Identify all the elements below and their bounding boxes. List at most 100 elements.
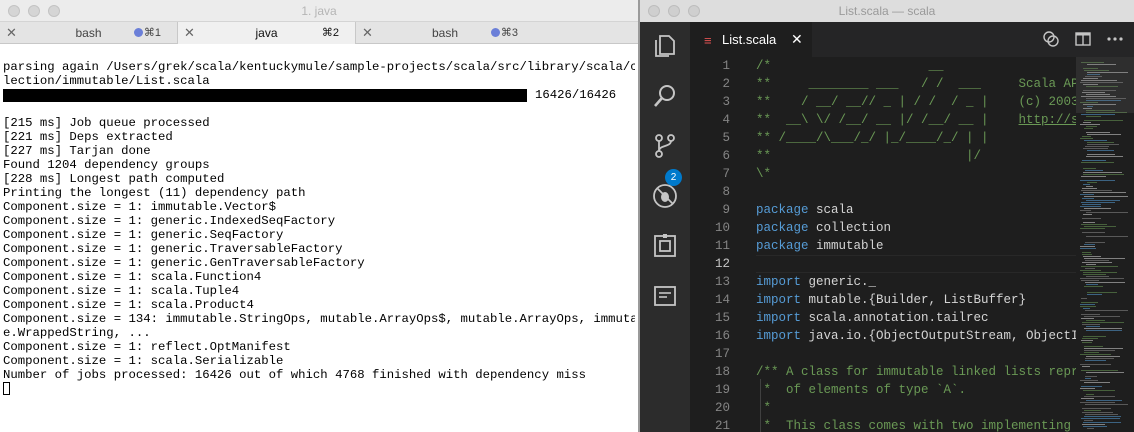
- code-token: collection: [808, 221, 892, 235]
- terminal-tab-1[interactable]: ✕ bash ⌘1: [0, 22, 178, 44]
- minimap-line: [1084, 258, 1125, 259]
- code-token: java.io.{ObjectOutputStream, ObjectInput…: [808, 329, 1076, 343]
- minimap-line: [1082, 218, 1101, 219]
- minimap-line: [1080, 124, 1100, 125]
- code-line: import scala.annotation.tailrec: [756, 309, 1076, 327]
- minimap-line: [1084, 208, 1111, 209]
- minimap-line: [1084, 352, 1099, 353]
- minimap-line: [1084, 382, 1110, 383]
- code-editor[interactable]: /* __ ** ________ ___ / / ___ Scala API **…: [756, 57, 1076, 432]
- search-icon[interactable]: [651, 82, 679, 110]
- split-editor-icon[interactable]: [1074, 30, 1092, 48]
- minimap-line: [1087, 144, 1119, 145]
- line-number: 9: [722, 203, 730, 217]
- code-line: ** / __/ __// _ | / / / _ | (c) 2003-201…: [756, 93, 1076, 111]
- minimap-line: [1083, 390, 1115, 391]
- code-token: generic._: [801, 275, 877, 289]
- code-token: import: [756, 329, 802, 343]
- minimap-line: [1084, 140, 1107, 141]
- minimap-line: [1082, 204, 1101, 205]
- minimap-line: [1081, 418, 1120, 419]
- minimap-line: [1081, 224, 1107, 225]
- terminal-prompt-line[interactable]: [3, 382, 635, 396]
- minimap-line: [1086, 284, 1098, 285]
- minimap-line: [1086, 126, 1097, 127]
- progress-count: 16426/16426: [535, 88, 617, 102]
- terminal-output[interactable]: parsing again /Users/grek/scala/kentucky…: [3, 60, 635, 396]
- minimap-line: [1083, 192, 1126, 193]
- scala-file-icon: ≡: [704, 33, 712, 48]
- code-token: http://scala-lang.org/: [1018, 113, 1076, 127]
- line-number: 4: [722, 113, 730, 127]
- output-panel-icon[interactable]: [651, 282, 679, 310]
- terminal-tab-shortcut: ⌘3: [500, 27, 518, 39]
- minimap-line: [1085, 242, 1105, 243]
- terminal-line: Component.size = 1: scala.Tuple4: [3, 284, 240, 298]
- minimap-viewport-slider[interactable]: [1076, 57, 1134, 113]
- code-line: import mutable.{Builder, ListBuffer}: [756, 291, 1076, 309]
- code-line: /* __: [756, 57, 1076, 75]
- terminal-line: Component.size = 1: scala.Product4: [3, 298, 254, 312]
- code-line: ** /____/\___/_/ |_/____/_/ | |: [756, 129, 1076, 147]
- editor-window-title: List.scala — scala: [838, 4, 936, 18]
- explorer-icon[interactable]: [651, 32, 679, 60]
- minimap-line: [1080, 278, 1124, 279]
- code-token: package: [756, 221, 809, 235]
- line-number: 21: [714, 419, 730, 432]
- code-token: import: [756, 293, 802, 307]
- minimap-line: [1084, 346, 1103, 347]
- minimap-line: [1082, 232, 1105, 233]
- minimap-line: [1082, 322, 1124, 323]
- minimap[interactable]: [1076, 57, 1134, 432]
- minimap-line: [1083, 168, 1096, 169]
- terminal-output-pre: parsing again /Users/grek/scala/kentucky…: [3, 60, 635, 88]
- minimap-line: [1080, 228, 1105, 229]
- terminal-tab-shortcut: ⌘1: [143, 27, 161, 39]
- terminal-tab-2[interactable]: ✕ java ⌘2: [178, 22, 356, 44]
- line-number: 6: [722, 149, 730, 163]
- terminal-line: Component.size = 1: scala.Serializable: [3, 354, 284, 368]
- minimap-line: [1080, 402, 1115, 403]
- minimap-line: [1082, 424, 1105, 425]
- minimap-line: [1081, 298, 1087, 299]
- close-tab-icon[interactable]: ✕: [791, 31, 803, 48]
- line-number-gutter: 1 2 3 4 5 6 7 8 9 10 11 12 13 14 15 16 17 18 19 20 21: [690, 57, 742, 432]
- minimap-line: [1082, 324, 1100, 325]
- minimap-line: [1081, 190, 1112, 191]
- minimap-line: [1081, 280, 1099, 281]
- minimap-line: [1086, 276, 1109, 277]
- line-number: 16: [714, 329, 730, 343]
- minimap-line: [1080, 388, 1095, 389]
- minimap-line: [1084, 396, 1115, 397]
- minimap-line: [1086, 236, 1128, 237]
- code-line: * This class comes with two implementing…: [756, 417, 1076, 432]
- more-actions-icon[interactable]: [1106, 30, 1124, 48]
- activity-dot-icon: [491, 28, 500, 37]
- terminal-output-post: [215 ms] Job queue processed [221 ms] Dep…: [3, 102, 635, 382]
- minimap-line: [1084, 316, 1120, 317]
- line-number: 20: [714, 401, 730, 415]
- debug-icon[interactable]: [651, 182, 679, 210]
- line-number: 13: [714, 275, 730, 289]
- minimap-line: [1085, 360, 1106, 361]
- terminal-line: lection/immutable/List.scala: [3, 74, 210, 88]
- code-line: ** |/: [756, 147, 1076, 165]
- minimap-line: [1080, 248, 1096, 249]
- terminal-tab-3[interactable]: ✕ bash ⌘3: [356, 22, 638, 44]
- source-control-icon[interactable]: [651, 132, 679, 160]
- terminal-line: Component.size = 134: immutable.StringOp…: [3, 312, 635, 326]
- progress-bar: [3, 89, 527, 102]
- minimap-line: [1082, 338, 1098, 339]
- minimap-line: [1084, 328, 1122, 329]
- minimap-line: [1083, 148, 1108, 149]
- terminal-line: [228 ms] Longest path computed: [3, 172, 225, 186]
- code-token: /** A class for immutable linked lists r…: [756, 365, 1076, 379]
- extensions-icon[interactable]: [651, 232, 679, 260]
- minimap-line: [1082, 198, 1094, 199]
- minimap-line: [1083, 336, 1106, 337]
- editor-tab-list-scala[interactable]: ≡ List.scala ✕: [690, 22, 812, 57]
- minimap-line: [1083, 422, 1121, 423]
- terminal-line: Component.size = 1: generic.SeqFactory: [3, 228, 284, 242]
- minimap-line: [1086, 394, 1094, 395]
- open-changes-icon[interactable]: [1042, 30, 1060, 48]
